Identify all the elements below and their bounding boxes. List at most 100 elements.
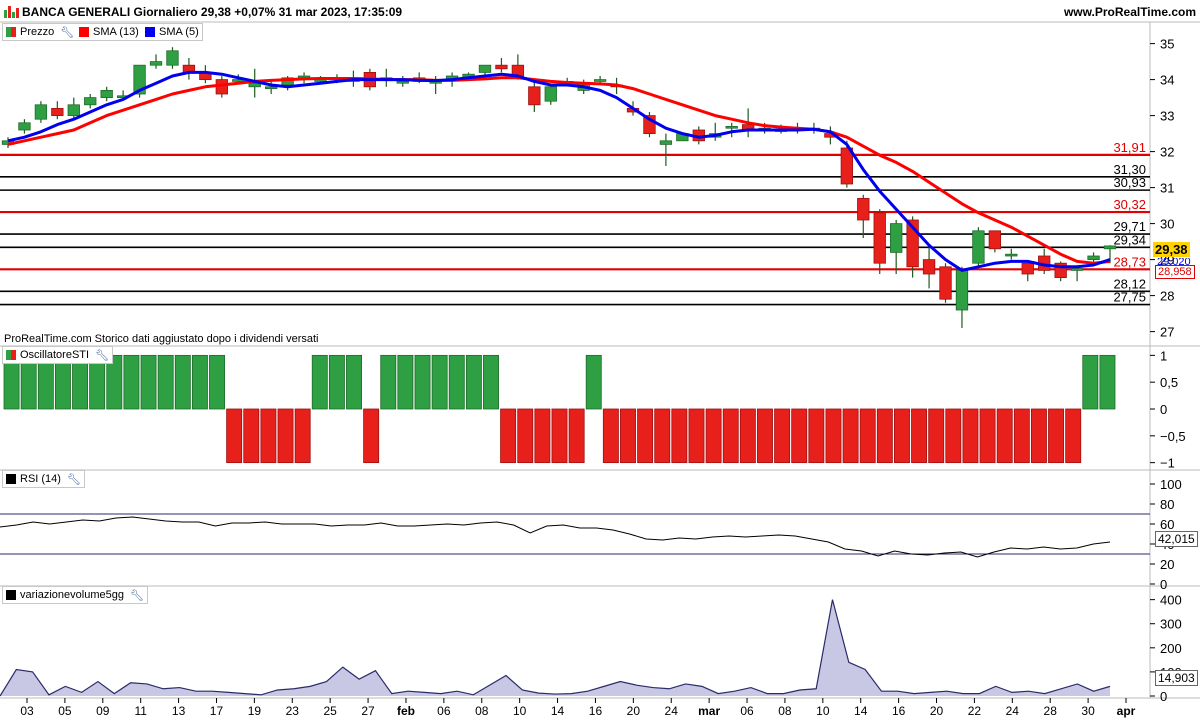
sti-bar [620,408,636,464]
legend-price[interactable]: Prezzo 🔧︎ [2,23,79,41]
sti-bar [243,408,260,464]
x-tick-label: 05 [58,704,72,718]
volume-tick-label: 400 [1160,593,1182,608]
chart-canvas[interactable]: 27282930313233343531,9131,3030,9330,3229… [0,0,1200,720]
candle-body [1087,255,1100,260]
candle-body [840,147,853,185]
sti-bar [414,354,431,410]
level-label: 29,34 [1113,232,1146,247]
candle-body [939,266,952,300]
sti-bar [431,354,448,410]
sti-bar [637,408,654,464]
candle-body [955,269,969,311]
sma13-value-tag: 28,958 [1155,265,1195,279]
sti-bar [1048,408,1065,464]
x-tick-label: 30 [1081,704,1095,718]
candle-body [396,81,409,84]
x-tick-label: apr [1117,704,1136,718]
candle-body [495,64,508,70]
candle-body [166,50,179,66]
sti-bar [294,408,311,464]
rsi-swatch-icon [6,474,16,484]
legend-sma5[interactable]: SMA (5) [142,23,203,41]
sti-bar [346,354,362,410]
sti-bar [928,408,945,464]
candle-body [1070,268,1084,271]
sti-bar [226,408,243,464]
legend-rsi[interactable]: RSI (14) 🔧︎ [2,470,85,488]
last-price-tag: 29,38 [1153,242,1190,257]
candle-body [18,122,31,131]
x-tick-label: 08 [778,704,792,718]
sti-bar [397,354,414,410]
sti-bar [209,354,226,410]
sti-bar [945,408,962,464]
wrench-icon[interactable]: 🔧︎ [60,26,74,39]
candle-body [1005,253,1018,257]
wrench-icon[interactable]: 🔧︎ [130,589,144,602]
legend-sma5-label: SMA (5) [159,26,199,38]
rsi-value-tag: 42,015 [1155,531,1198,547]
x-tick-label: 16 [892,704,906,718]
sti-bar [157,354,174,410]
legend-rsi-label: RSI (14) [20,473,61,485]
volume-area [0,599,1110,696]
x-tick-label: 20 [930,704,944,718]
candle-body [988,230,1002,250]
sti-bar [191,354,208,410]
sti-bar [602,408,619,464]
x-tick-label: mar [698,704,720,718]
price-tick-label: 28 [1160,289,1174,304]
x-tick-label: 24 [665,704,679,718]
candle-body [478,64,492,73]
candle-body [922,259,936,275]
sti-tick-label: 0,5 [1160,375,1178,390]
candle-body [593,79,607,82]
legend-volume[interactable]: variazionevolume5gg 🔧︎ [2,586,148,604]
x-tick-label: 27 [361,704,375,718]
sti-bar [551,408,568,464]
sti-bar [500,408,517,464]
sti-bar [585,354,602,410]
legend-volume-label: variazionevolume5gg [20,589,124,601]
volume-swatch-icon [6,590,16,600]
x-tick-label: 14 [551,704,565,718]
level-label: 30,93 [1113,175,1146,190]
sti-tick-label: 0 [1160,402,1167,417]
sti-bar [534,408,551,464]
legend-sti[interactable]: OscillatoreSTI 🔧︎ [2,346,114,364]
sti-swatch-icon [6,350,16,360]
x-tick-label: 17 [210,704,224,718]
sti-bar [123,354,140,410]
sti-bar [876,408,893,464]
x-tick-label: 20 [627,704,641,718]
candle-body [67,104,80,117]
level-label: 28,73 [1113,254,1146,269]
wrench-icon[interactable]: 🔧︎ [95,349,109,362]
sti-bar [757,408,773,464]
x-tick-label: 22 [968,704,982,718]
level-label: 30,32 [1113,197,1146,212]
wrench-icon[interactable]: 🔧︎ [67,473,81,486]
price-swatch-icon [6,27,16,37]
sti-bar [996,408,1013,464]
sti-bar [654,408,671,464]
candle-body [544,86,557,102]
legend-sma13[interactable]: SMA (13) [76,23,143,41]
sti-bar [1099,354,1116,410]
volume-tick-label: 0 [1160,689,1167,704]
x-tick-label: feb [397,704,415,718]
candle-body [100,90,113,99]
x-tick-label: 28 [1044,704,1058,718]
sti-bar [380,354,397,410]
volume-tick-label: 300 [1160,617,1182,632]
price-tick-label: 35 [1160,37,1174,52]
candle-body [890,223,903,253]
sti-bar [791,408,808,464]
sti-bar [1082,354,1099,410]
rsi-tick-label: 0 [1160,577,1167,592]
sti-bar [962,408,979,464]
rsi-tick-label: 80 [1160,497,1174,512]
legend-sti-label: OscillatoreSTI [20,349,90,361]
sti-bar [774,408,791,464]
